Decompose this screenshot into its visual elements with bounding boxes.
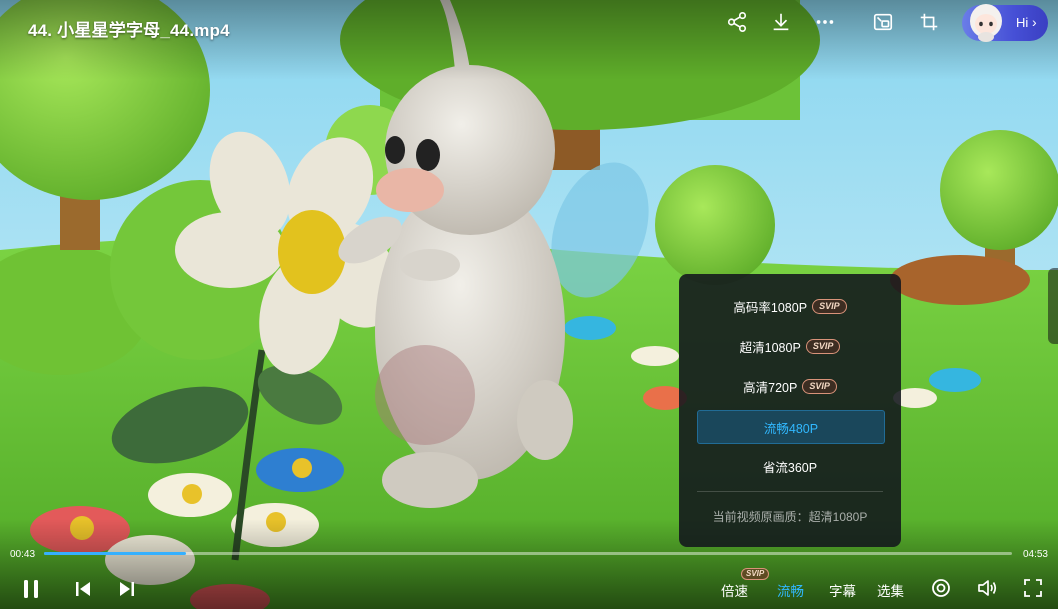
- speed-svip-badge: SVIP: [741, 568, 770, 580]
- chevron-right-icon: ›: [1032, 14, 1037, 30]
- next-button[interactable]: [116, 578, 138, 600]
- svip-badge: SVIP: [802, 378, 837, 394]
- crop-icon[interactable]: [915, 8, 943, 36]
- svip-badge: SVIP: [812, 298, 847, 314]
- quality-option-1080p[interactable]: 超清1080P SVIP: [697, 330, 883, 362]
- svip-badge: SVIP: [805, 338, 841, 354]
- hi-assistant-button[interactable]: Hi ›: [962, 4, 1048, 42]
- share-icon[interactable]: [723, 8, 751, 36]
- danmaku-settings-button[interactable]: [929, 576, 953, 600]
- target-icon: [932, 579, 950, 597]
- pause-button[interactable]: [18, 576, 44, 602]
- fullscreen-button[interactable]: [1021, 576, 1045, 600]
- side-panel-handle[interactable]: [1048, 268, 1058, 344]
- hi-label: Hi: [1016, 15, 1029, 30]
- playback-speed-button[interactable]: 倍速: [721, 580, 748, 600]
- quality-option-label: 省流360P: [762, 460, 818, 475]
- current-time: 00:43: [10, 549, 36, 560]
- quality-option-label: 流畅480P: [763, 421, 819, 436]
- quality-option-label: 超清1080P: [739, 340, 801, 355]
- volume-button[interactable]: [976, 576, 1000, 600]
- volume-icon: [978, 580, 997, 596]
- video-title: 44. 小星星学字母_44.mp4: [28, 21, 230, 40]
- quality-option-label: 高清720P: [743, 380, 798, 395]
- picture-in-picture-icon[interactable]: [869, 8, 897, 36]
- episodes-button[interactable]: 选集: [877, 580, 904, 600]
- total-time: 04:53: [1022, 549, 1048, 560]
- subtitle-button[interactable]: 字幕: [829, 580, 856, 600]
- quality-option-label: 高码率1080P: [733, 300, 808, 315]
- download-icon[interactable]: [767, 8, 795, 36]
- quality-option-720p[interactable]: 高清720P SVIP: [697, 370, 883, 402]
- divider: [697, 491, 883, 492]
- previous-button[interactable]: [72, 578, 94, 600]
- progress-bar[interactable]: [44, 552, 1012, 555]
- skip-previous-icon: [76, 582, 90, 596]
- original-quality-text: 当前视频原画质：超清1080P: [712, 510, 868, 524]
- pause-icon: [24, 580, 38, 598]
- quality-option-360p[interactable]: 省流360P: [697, 450, 883, 482]
- avatar: [966, 1, 1006, 43]
- more-icon[interactable]: [811, 8, 839, 36]
- progress-fill: [44, 552, 187, 555]
- quality-option-480p[interactable]: 流畅480P: [697, 410, 885, 444]
- fullscreen-icon: [1024, 579, 1042, 597]
- skip-next-icon: [120, 582, 134, 596]
- quality-menu: 高码率1080P SVIP 超清1080P SVIP 高清720P SVIP 流…: [679, 274, 901, 547]
- quality-option-1080p-high-bitrate[interactable]: 高码率1080P SVIP: [697, 290, 883, 322]
- quality-button[interactable]: 流畅: [777, 580, 804, 600]
